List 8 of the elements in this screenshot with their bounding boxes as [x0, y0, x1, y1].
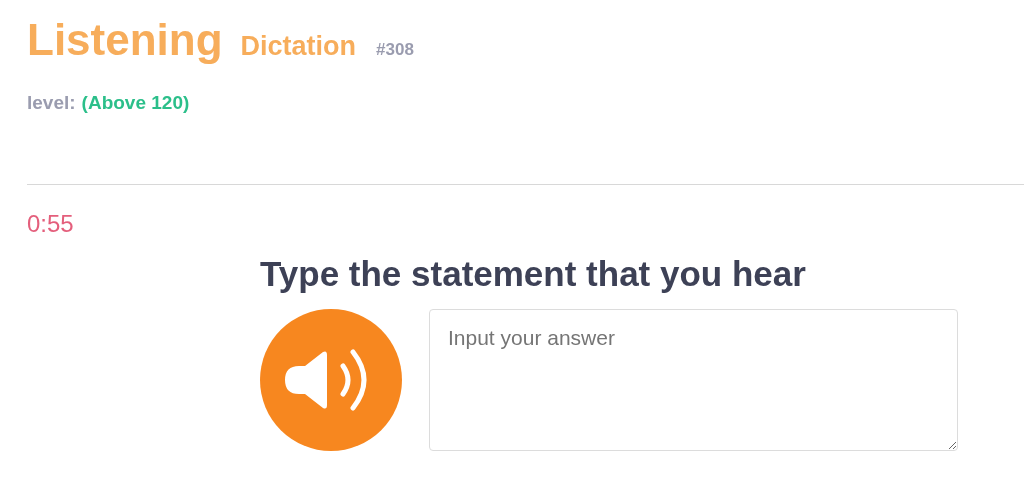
page-subtitle: Dictation — [240, 30, 357, 63]
level-value: (Above 120) — [81, 90, 190, 115]
question-prompt: Type the statement that you hear — [260, 254, 806, 294]
page-title: Listening — [27, 14, 223, 66]
level-label: level: — [27, 90, 76, 115]
question-number: #308 — [376, 39, 414, 61]
answer-field[interactable]: Input your answer — [429, 309, 958, 451]
countdown-timer: 0:55 — [27, 210, 74, 238]
